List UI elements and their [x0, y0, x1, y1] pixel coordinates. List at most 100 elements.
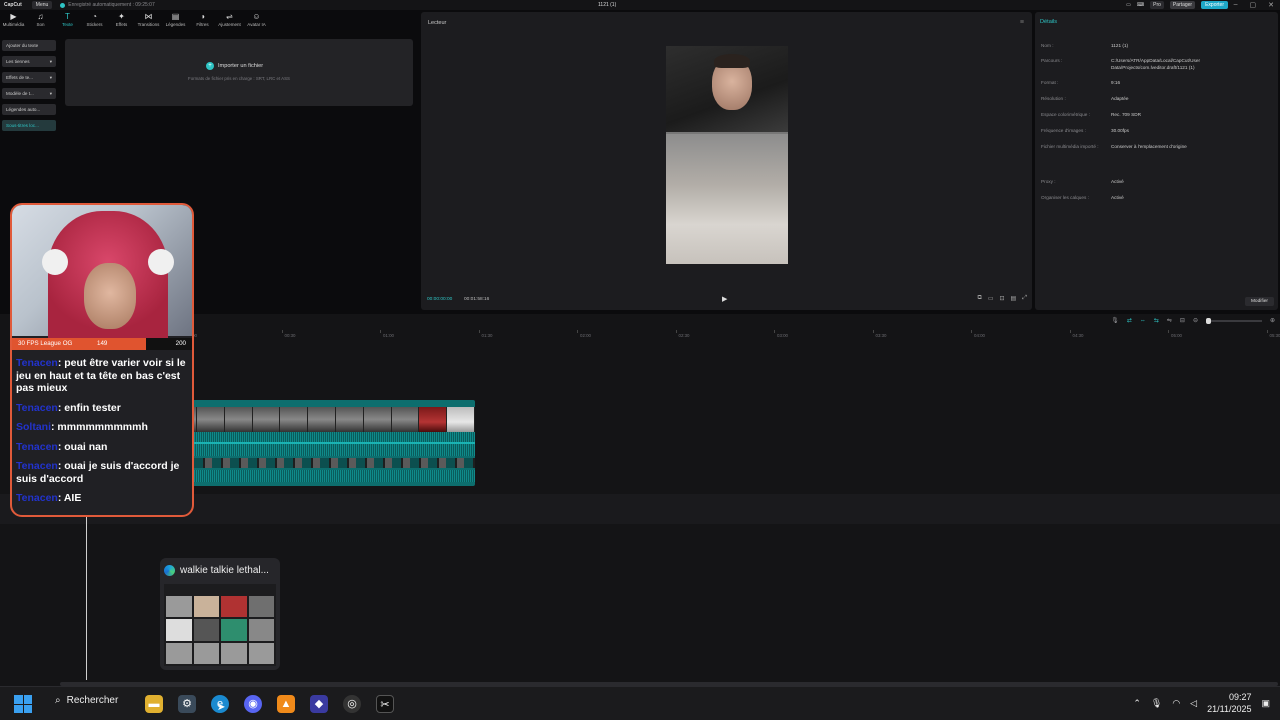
preview-thumbnail[interactable] [164, 584, 276, 666]
snap-icon[interactable]: ⇆ [1154, 317, 1159, 324]
tab-l-gendes[interactable]: ▤ Légendes [163, 12, 188, 34]
project-title: 1121 (1) [598, 2, 617, 8]
detail-value: Activé [1111, 195, 1124, 200]
tab-transitions[interactable]: ⋈ Transitions [136, 12, 161, 34]
ruler-tick: 03:30 [872, 330, 887, 338]
sidebar-item[interactable]: Légendes auto... [2, 104, 56, 115]
webcam-preview [666, 46, 788, 132]
detail-value: Activé [1111, 179, 1124, 184]
link-icon[interactable]: ⇄ [1127, 317, 1132, 324]
chat-username: Tenacen [16, 460, 58, 472]
tab-texte[interactable]: T Texte [55, 12, 80, 34]
details-panel: Détails Nom : 1121 (1) Parcours : C:/Users/… [1035, 12, 1278, 310]
player-panel: Lecteur ≡ 00:00:00:00 00:01:58:16 ▶ ⧉ ▭ … [421, 12, 1032, 310]
discord-icon[interactable]: ◉ [244, 695, 262, 713]
notification-icon[interactable]: ▣ [1261, 698, 1270, 709]
chat-message: Tenacen: ouai nan [16, 441, 190, 454]
autosave-status: Enregistré automatiquement : 09:25:07 [60, 2, 155, 8]
tab-label: Multimédia [2, 22, 25, 27]
menu-button[interactable]: Menu [31, 1, 53, 9]
modify-button[interactable]: Modifier [1244, 297, 1274, 306]
caption-icon: ▤ [171, 12, 180, 21]
chevron-down-icon: ▾ [49, 75, 52, 80]
sidebar-item[interactable]: Ajouter du texte [2, 40, 56, 51]
capcut-icon[interactable]: ✂ [376, 695, 394, 713]
zoom-slider[interactable] [1205, 317, 1262, 324]
settings-icon[interactable]: ⚙ [178, 695, 196, 713]
microphone-icon[interactable]: 🎙 [1111, 317, 1119, 324]
sidebar-item-label: Effets de te... [6, 75, 33, 80]
zoom-out-icon[interactable]: ⊖ [1193, 317, 1198, 324]
volume-icon[interactable]: ◁ [1190, 698, 1197, 709]
tab-multim-dia[interactable]: ▶ Multimédia [1, 12, 26, 34]
sidebar-item[interactable]: Effets de te... ▾ [2, 72, 56, 83]
split-icon[interactable]: ⇋ [1167, 317, 1172, 324]
chat-text: : AIE [57, 492, 82, 504]
clip-thumbnail [419, 407, 448, 432]
tab-filtres[interactable]: ◑ Filtres [190, 12, 215, 34]
tab-son[interactable]: ♫ Son [28, 12, 53, 34]
video-preview[interactable] [666, 46, 788, 264]
filter-icon: ◑ [200, 12, 205, 21]
chat-text: : enfin tester [57, 401, 121, 414]
tab-effets[interactable]: ✦ Effets [109, 12, 134, 34]
app-icon[interactable]: ◆ [310, 695, 328, 713]
clock[interactable]: 09:27 21/11/2025 [1207, 691, 1251, 715]
search-button[interactable]: ⌕ Rechercher [55, 695, 118, 706]
minimize-icon[interactable]: – [1234, 1, 1238, 9]
shortcut-icon[interactable]: ⌨ [1137, 2, 1144, 8]
chevron-up-icon[interactable]: ⌃ [1133, 698, 1141, 709]
quality-icon[interactable]: ▤ [1011, 295, 1017, 302]
layout-icon[interactable]: ▭ [1126, 2, 1131, 8]
preview-axis-icon[interactable]: ⊟ [1180, 317, 1185, 324]
avatar-icon: ☺ [252, 12, 261, 21]
tab-label: Texte [62, 22, 73, 27]
timeline-ruler[interactable]: 00:0000:3001:0001:3002:0002:3003:0003:30… [183, 330, 1280, 340]
close-icon[interactable]: ✕ [1268, 1, 1274, 9]
file-explorer-icon[interactable]: ▬ [145, 695, 163, 713]
import-panel: + Importer un fichier Formats de fichier… [65, 39, 413, 106]
tab-label: Avatar IA [247, 22, 266, 27]
preview-title: walkie talkie lethal... [180, 565, 269, 576]
ruler-tick: 01:30 [478, 330, 493, 338]
playhead[interactable] [86, 504, 87, 680]
magnet-icon[interactable]: ⇔ [1140, 318, 1146, 324]
play-icon[interactable]: ▶ [722, 295, 727, 303]
export-button[interactable]: Exporter [1201, 1, 1228, 9]
taskbar-preview[interactable]: walkie talkie lethal... [160, 558, 280, 670]
tab-stickers[interactable]: ◔ Stickers [82, 12, 107, 34]
maximize-icon[interactable]: ▢ [1250, 1, 1257, 9]
clip-thumbnail [308, 407, 337, 432]
tab-avatar-ia[interactable]: ☺ Avatar IA [244, 12, 269, 34]
thumb-cell [248, 596, 274, 618]
vlc-icon[interactable]: ▲ [277, 695, 295, 713]
sidebar-item[interactable]: Les tiennes ▾ [2, 56, 56, 67]
ruler-tick: 04:30 [1069, 330, 1084, 338]
sidebar-item[interactable]: Modèle de t... ▾ [2, 88, 56, 99]
microphone-icon[interactable]: 🎙 [1151, 698, 1162, 709]
chat-username: Tenacen [16, 401, 58, 414]
import-file-button[interactable]: + Importer un fichier [206, 62, 263, 70]
thumb-cell [248, 619, 274, 641]
chat-username: Tenacen [16, 492, 58, 504]
share-button[interactable]: Partager [1169, 1, 1196, 9]
chat-username: Tenacen [16, 440, 58, 453]
wifi-icon[interactable]: ◠ [1172, 698, 1180, 709]
goal-bar: 30 FPS League OG 149 200 [12, 338, 192, 350]
player-menu-icon[interactable]: ≡ [1020, 19, 1024, 26]
obs-icon[interactable]: ◎ [343, 695, 361, 713]
pro-badge[interactable]: Pro [1150, 1, 1164, 9]
search-label: Rechercher [66, 695, 119, 706]
ratio-icon[interactable]: ▭ [988, 295, 994, 302]
crop-icon[interactable]: ⧉ [978, 295, 982, 302]
ruler-tick: 01:00 [380, 330, 394, 338]
zoom-in-icon[interactable]: ⊕ [1270, 317, 1275, 324]
windows-start-icon[interactable] [14, 695, 32, 713]
tab-ajustement[interactable]: ⇌ Ajustement [217, 12, 242, 34]
detail-key: Fréquence d'images : [1041, 128, 1086, 133]
mouse-cursor-icon: ➤ [217, 702, 226, 713]
fullscreen-icon[interactable]: ⤢ [1022, 295, 1027, 302]
sidebar-item[interactable]: Sous-titres loc... [2, 120, 56, 131]
zoom-slider-knob[interactable] [1205, 317, 1211, 324]
fit-icon[interactable]: ⊡ [999, 295, 1004, 302]
